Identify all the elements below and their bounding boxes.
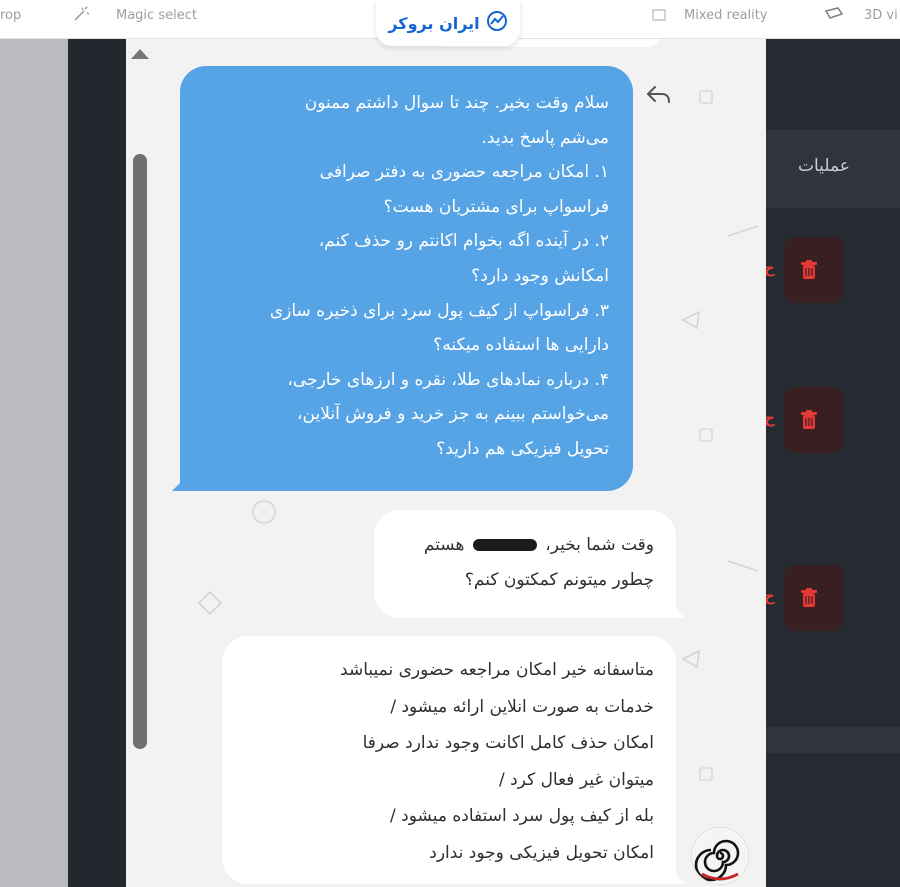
delete-button[interactable]: ح [764,387,844,453]
right-panel-divider [766,727,900,753]
message-line: خدمات به صورت انلاین ارائه میشود / [390,696,654,717]
triangle-decoration-icon [681,649,700,669]
spiral-avatar-icon [693,829,747,883]
message-line: وقت شما بخیر، هستم [396,528,654,563]
message-line: می‌شم پاسخ بدید. [481,127,609,148]
view-3d-button[interactable]: 3D vi [864,8,898,23]
message-line: امکان حذف کامل اکانت وجود ندارد صرفا [362,733,654,753]
left-dark-panel [68,39,126,887]
chat-scrollbar-thumb[interactable] [133,154,147,749]
magic-select-icon[interactable] [72,5,92,29]
triangle-decoration-icon [681,310,700,330]
square-decoration-icon [699,767,713,781]
chat-panel[interactable]: سلام وقت بخیر. چند تا سوال داشتم ممنون م… [126,39,766,887]
square-decoration-icon [699,428,713,442]
message-line: فراسواپ برای مشتریان هست؟ [383,196,609,217]
operations-column-header: عملیات [766,130,900,208]
message-line: امکانش وجود دارد؟ [471,265,609,286]
square-decoration-icon [699,90,713,104]
trash-icon [801,260,817,279]
line-decoration-icon [727,560,759,572]
message-line: بله از کیف پول سرد استفاده میشود / [390,806,654,826]
operations-header-label: عملیات [798,156,850,176]
mixed-reality-icon[interactable] [650,6,668,28]
mixed-reality-button[interactable]: Mixed reality [684,8,768,23]
message-text: هستم [423,535,465,555]
message-text: وقت شما بخیر، [545,535,654,555]
trash-icon [801,410,817,429]
line-decoration-icon [727,225,759,237]
message-line: ۴. درباره نمادهای طلا، نقره و ارزهای خار… [287,369,609,390]
message-line: می‌خواستم ببینم به جز خرید و فروش آنلاین… [297,404,609,425]
circle-decoration-icon [252,500,276,524]
message-line: میتوان غیر فعال کرد / [498,769,654,790]
message-line: ۱. امکان مراجعه حضوری به دفتر صرافی [319,162,609,183]
reply-arrow-icon[interactable] [645,83,673,111]
brand-chart-icon [486,10,508,36]
support-avatar[interactable] [692,828,748,884]
outgoing-message-bubble[interactable]: سلام وقت بخیر. چند تا سوال داشتم ممنون م… [172,66,633,491]
trash-icon [801,588,817,607]
incoming-message-bubble[interactable]: متاسفانه خیر امکان مراجعه حضوری نمیباشد … [222,636,685,884]
message-line: ۳. فراسواپ از کیف پول سرد برای ذخیره ساز… [269,300,609,321]
message-line: سلام وقت بخیر. چند تا سوال داشتم ممنون [304,93,609,113]
incoming-message-bubble[interactable]: وقت شما بخیر، هستم چطور میتونم کمکتون کن… [374,510,685,618]
message-line: متاسفانه خیر امکان مراجعه حضوری نمیباشد [340,660,654,680]
message-line: ۲. در آینده اگه بخوام اکانتم رو حذف کنم، [318,231,609,252]
message-line: امکان تحویل فیزیکی وجود ندارد [429,842,654,863]
bubble-tail [172,477,186,491]
magic-select-button[interactable]: Magic select [116,8,197,23]
diamond-decoration-icon [197,590,223,616]
redacted-name [472,539,537,551]
view-3d-icon[interactable] [824,6,844,28]
left-gray-panel [0,39,68,887]
message-line: چطور میتونم کمکتون کنم؟ [464,570,654,590]
scroll-up-arrow-icon[interactable] [131,49,149,59]
message-line: دارایی ها استفاده میکنه؟ [433,335,609,356]
toolbar-left-fragment: rop [0,8,22,23]
brand-logo[interactable]: ایران بروکر [376,0,520,46]
delete-button[interactable]: ح [764,237,844,303]
message-line: تحویل فیزیکی هم دارید؟ [436,438,609,459]
brand-name: ایران بروکر [388,13,480,33]
bubble-tail [671,604,685,618]
delete-button[interactable]: ح [764,565,844,631]
bubble-tail [671,870,685,884]
